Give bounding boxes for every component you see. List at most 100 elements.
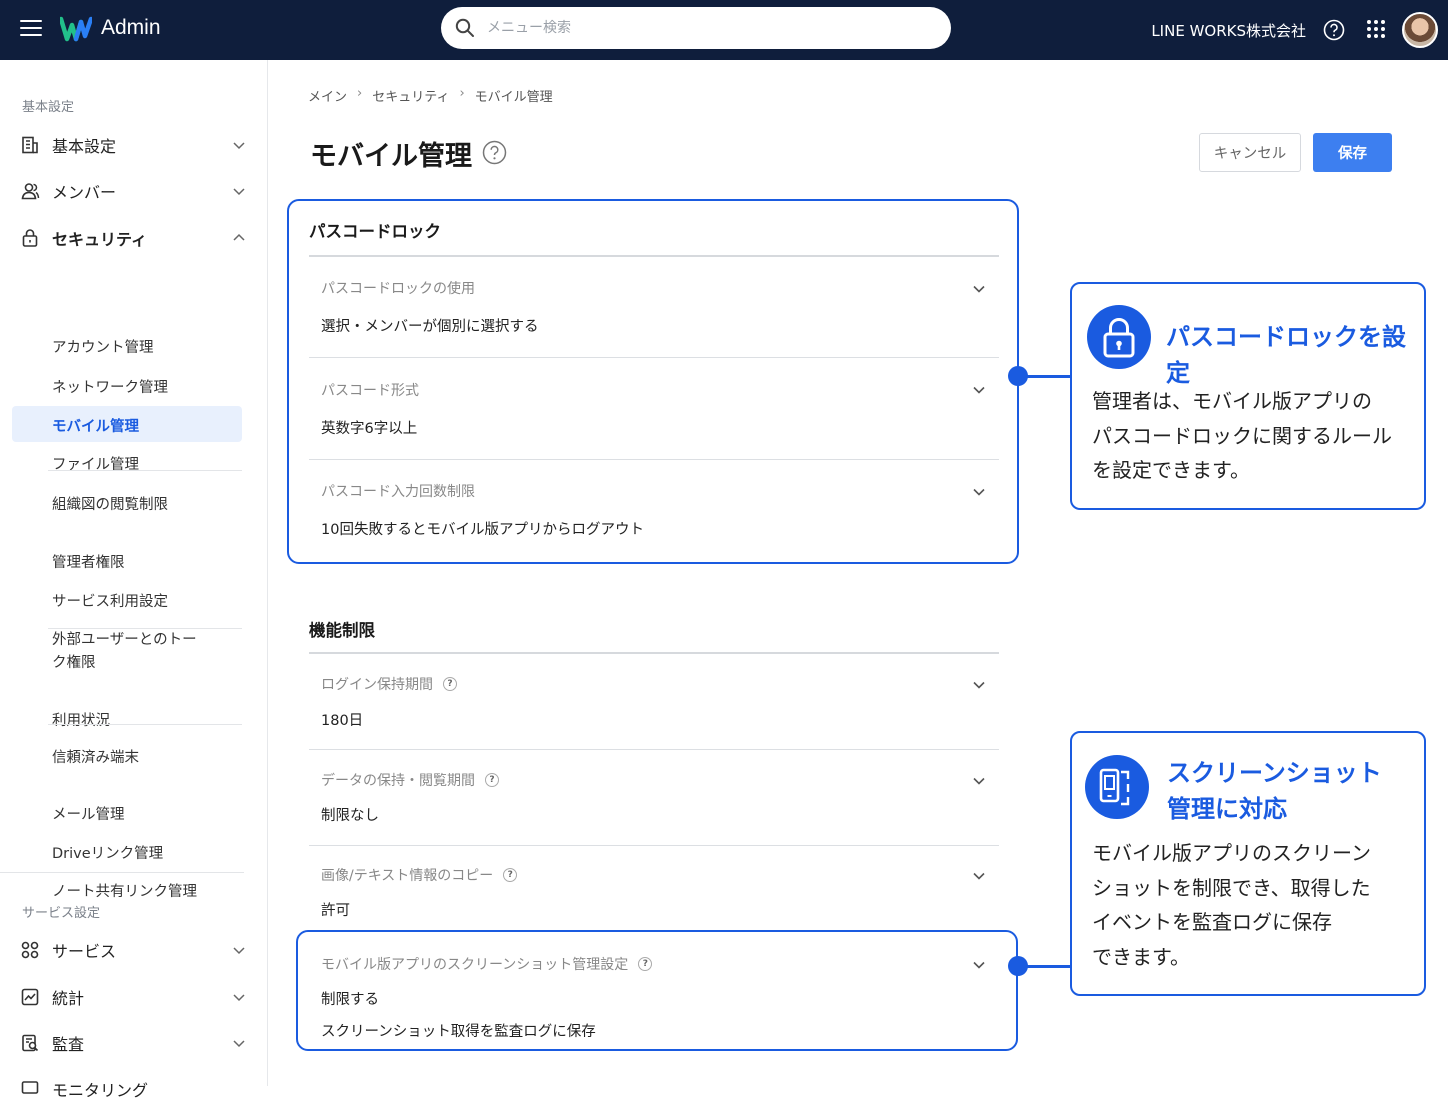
callout-body: 管理者は、モバイル版アプリの パスコードロックに関するルール を設定できます。 [1092, 384, 1392, 488]
search-input[interactable] [487, 15, 927, 41]
sidebar-item-label: 統計 [52, 989, 85, 1008]
chevron-down-icon[interactable] [972, 869, 986, 883]
breadcrumb-separator: › [459, 86, 465, 101]
monitor-icon [21, 1081, 39, 1094]
sidebar-sub-mobile[interactable]: モバイル管理 [52, 415, 139, 436]
sidebar-item-label: サービス [52, 942, 117, 961]
chevron-down-icon[interactable] [972, 383, 986, 397]
chevron-down-icon [233, 994, 245, 1002]
save-button[interactable]: 保存 [1313, 133, 1392, 172]
chevron-down-icon[interactable] [972, 774, 986, 788]
sidebar-sub-account[interactable]: アカウント管理 [52, 336, 154, 357]
setting-label: パスコードロックの使用 [321, 281, 475, 297]
company-name[interactable]: LINE WORKS株式会社 [1151, 20, 1306, 41]
features-heading: 機能制限 [309, 621, 375, 640]
sidebar-item-monitoring[interactable]: モニタリング [20, 1071, 246, 1107]
callout-connector-line [1025, 375, 1071, 378]
sidebar-item-service[interactable]: サービス [20, 932, 246, 968]
cancel-button[interactable]: キャンセル [1199, 133, 1301, 172]
setting-value: 制限なし [321, 808, 379, 824]
help-icon[interactable]: ? [638, 957, 653, 971]
chevron-down-icon[interactable] [972, 282, 986, 296]
chevron-down-icon[interactable] [972, 958, 986, 972]
setting-value: 制限する [321, 992, 379, 1008]
sidebar-item-label: セキュリティ [52, 230, 148, 249]
lock-icon [22, 229, 38, 247]
sidebar-sub-external-talk[interactable]: 外部ユーザーとのトー [52, 628, 197, 649]
setting-label-text: 画像/テキスト情報のコピー [321, 868, 494, 884]
setting-value: 10回失敗するとモバイル版アプリからログアウト [321, 522, 644, 538]
setting-label: パスコード形式 [321, 383, 419, 399]
sidebar-item-security[interactable]: セキュリティ [20, 220, 246, 256]
row-divider [309, 845, 999, 846]
setting-label: パスコード入力回数制限 [321, 484, 475, 500]
line-works-logo[interactable] [60, 16, 92, 42]
sidebar-item-member[interactable]: メンバー [20, 173, 246, 209]
sidebar-sub-mail[interactable]: メール管理 [52, 803, 125, 824]
callout-connector-line [1025, 965, 1071, 968]
setting-label: モバイル版アプリのスクリーンショット管理設定 ? [321, 954, 653, 974]
members-icon [21, 183, 40, 200]
sidebar-divider [0, 872, 244, 873]
callout-title-line: スクリーンショット [1167, 759, 1382, 787]
setting-label: 画像/テキスト情報のコピー ? [321, 865, 518, 885]
sidebar-item-audit[interactable]: 監査 [20, 1025, 246, 1061]
chevron-up-icon [233, 233, 245, 241]
sidebar-sub-orgchart[interactable]: 組織図の閲覧制限 [52, 493, 168, 514]
avatar[interactable] [1402, 12, 1438, 48]
setting-label: データの保持・閲覧期間 ? [321, 770, 499, 790]
sidebar-sub-drive-link[interactable]: Driveリンク管理 [52, 842, 163, 863]
sidebar-divider [48, 470, 242, 471]
sidebar-sub-note-link[interactable]: ノート共有リンク管理 [52, 880, 197, 901]
chart-icon [21, 988, 39, 1006]
breadcrumb-security[interactable]: セキュリティ [372, 86, 449, 105]
sidebar-sub-admin-rights[interactable]: 管理者権限 [52, 551, 125, 572]
search-bar[interactable] [441, 7, 951, 49]
search-icon [455, 18, 474, 37]
sidebar-sub-network[interactable]: ネットワーク管理 [52, 376, 168, 397]
sidebar-item-basic[interactable]: 基本設定 [20, 127, 246, 163]
screenshot-callout: スクリーンショット 管理に対応 モバイル版アプリのスクリーン ショットを制限でき… [1070, 731, 1426, 996]
menu-icon[interactable] [20, 20, 42, 38]
chevron-down-icon[interactable] [972, 485, 986, 499]
setting-label-text: モバイル版アプリのスクリーンショット管理設定 [321, 957, 629, 973]
app-title: Admin [101, 16, 161, 39]
setting-label-text: ログイン保持期間 [321, 677, 433, 693]
setting-value-secondary: スクリーンショット取得を監査ログに保存 [321, 1024, 596, 1040]
top-header: Admin LINE WORKS株式会社 [0, 0, 1448, 60]
lock-icon [1087, 305, 1151, 369]
help-icon[interactable] [1323, 19, 1345, 41]
chevron-down-icon [233, 142, 245, 150]
sidebar-item-label: モニタリング [52, 1081, 149, 1100]
sidebar-sub-service-usage[interactable]: サービス利用設定 [52, 590, 168, 611]
callout-body-line: パスコードロックに関するルール [1092, 423, 1392, 448]
help-icon[interactable] [482, 140, 507, 165]
breadcrumb-separator: › [357, 86, 363, 101]
row-divider [309, 749, 999, 750]
row-divider [309, 459, 999, 460]
apps-grid-icon[interactable] [1366, 19, 1386, 39]
sidebar-sub-usage[interactable]: 利用状況 [52, 709, 110, 730]
callout-body-line: イベントを監査ログに保存 [1092, 910, 1332, 934]
setting-value: 許可 [321, 903, 350, 919]
callout-title: スクリーンショット 管理に対応 [1167, 755, 1382, 827]
sidebar-item-stats[interactable]: 統計 [20, 979, 246, 1015]
help-icon[interactable]: ? [503, 868, 518, 882]
callout-title: パスコードロックを設定 [1166, 323, 1406, 387]
sidebar-sub-external-talk-cont[interactable]: ク権限 [52, 651, 96, 672]
callout-body-line: できます。 [1092, 944, 1190, 969]
passcode-heading: パスコードロック [309, 222, 441, 241]
callout-body-line: を設定できます。 [1092, 458, 1250, 482]
breadcrumb-main[interactable]: メイン [308, 86, 347, 105]
callout-body-line: モバイル版アプリのスクリーン [1092, 841, 1371, 865]
row-divider [309, 357, 999, 358]
setting-value: 英数字6字以上 [321, 421, 418, 437]
sidebar-item-label: 基本設定 [52, 137, 117, 156]
help-icon[interactable]: ? [443, 677, 457, 691]
sidebar-item-label: 監査 [52, 1035, 85, 1054]
chevron-down-icon[interactable] [972, 678, 986, 692]
help-icon[interactable]: ? [485, 773, 499, 787]
sidebar-sub-trusted-devices[interactable]: 信頼済み端末 [52, 746, 139, 767]
sidebar: 基本設定 基本設定 メンバー セキュリティ アカウント管理 ネットワーク管理 モ… [0, 60, 268, 1100]
building-icon [22, 136, 38, 154]
